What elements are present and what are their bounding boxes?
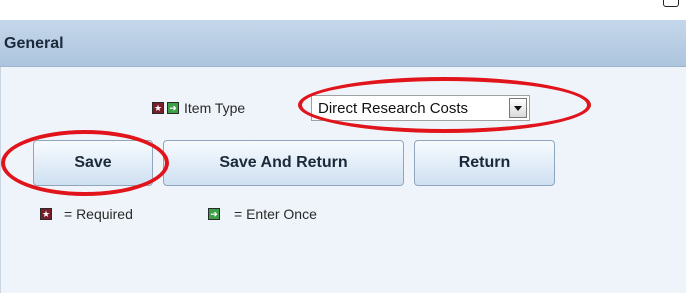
legend-enter-once-text: = Enter Once [234,206,317,222]
enter-once-arrow-icon: ➜ [167,102,179,114]
required-star-icon: ★ [152,102,164,114]
top-fragment [663,0,679,7]
save-and-return-button[interactable]: Save And Return [163,140,404,186]
save-button[interactable]: Save [33,140,153,186]
section-header: General [0,20,686,67]
legend-enter-once-arrow-icon: ➜ [208,208,220,220]
section-title: General [4,35,64,52]
chevron-down-icon[interactable] [509,98,527,118]
return-button[interactable]: Return [414,140,555,186]
item-type-select[interactable]: Direct Research Costs [311,95,530,121]
item-type-label: Item Type [184,100,246,116]
top-bar [0,0,686,20]
legend-required-text: = Required [64,206,133,222]
item-type-selected-value: Direct Research Costs [318,100,469,117]
legend-required-star-icon: ★ [40,208,52,220]
